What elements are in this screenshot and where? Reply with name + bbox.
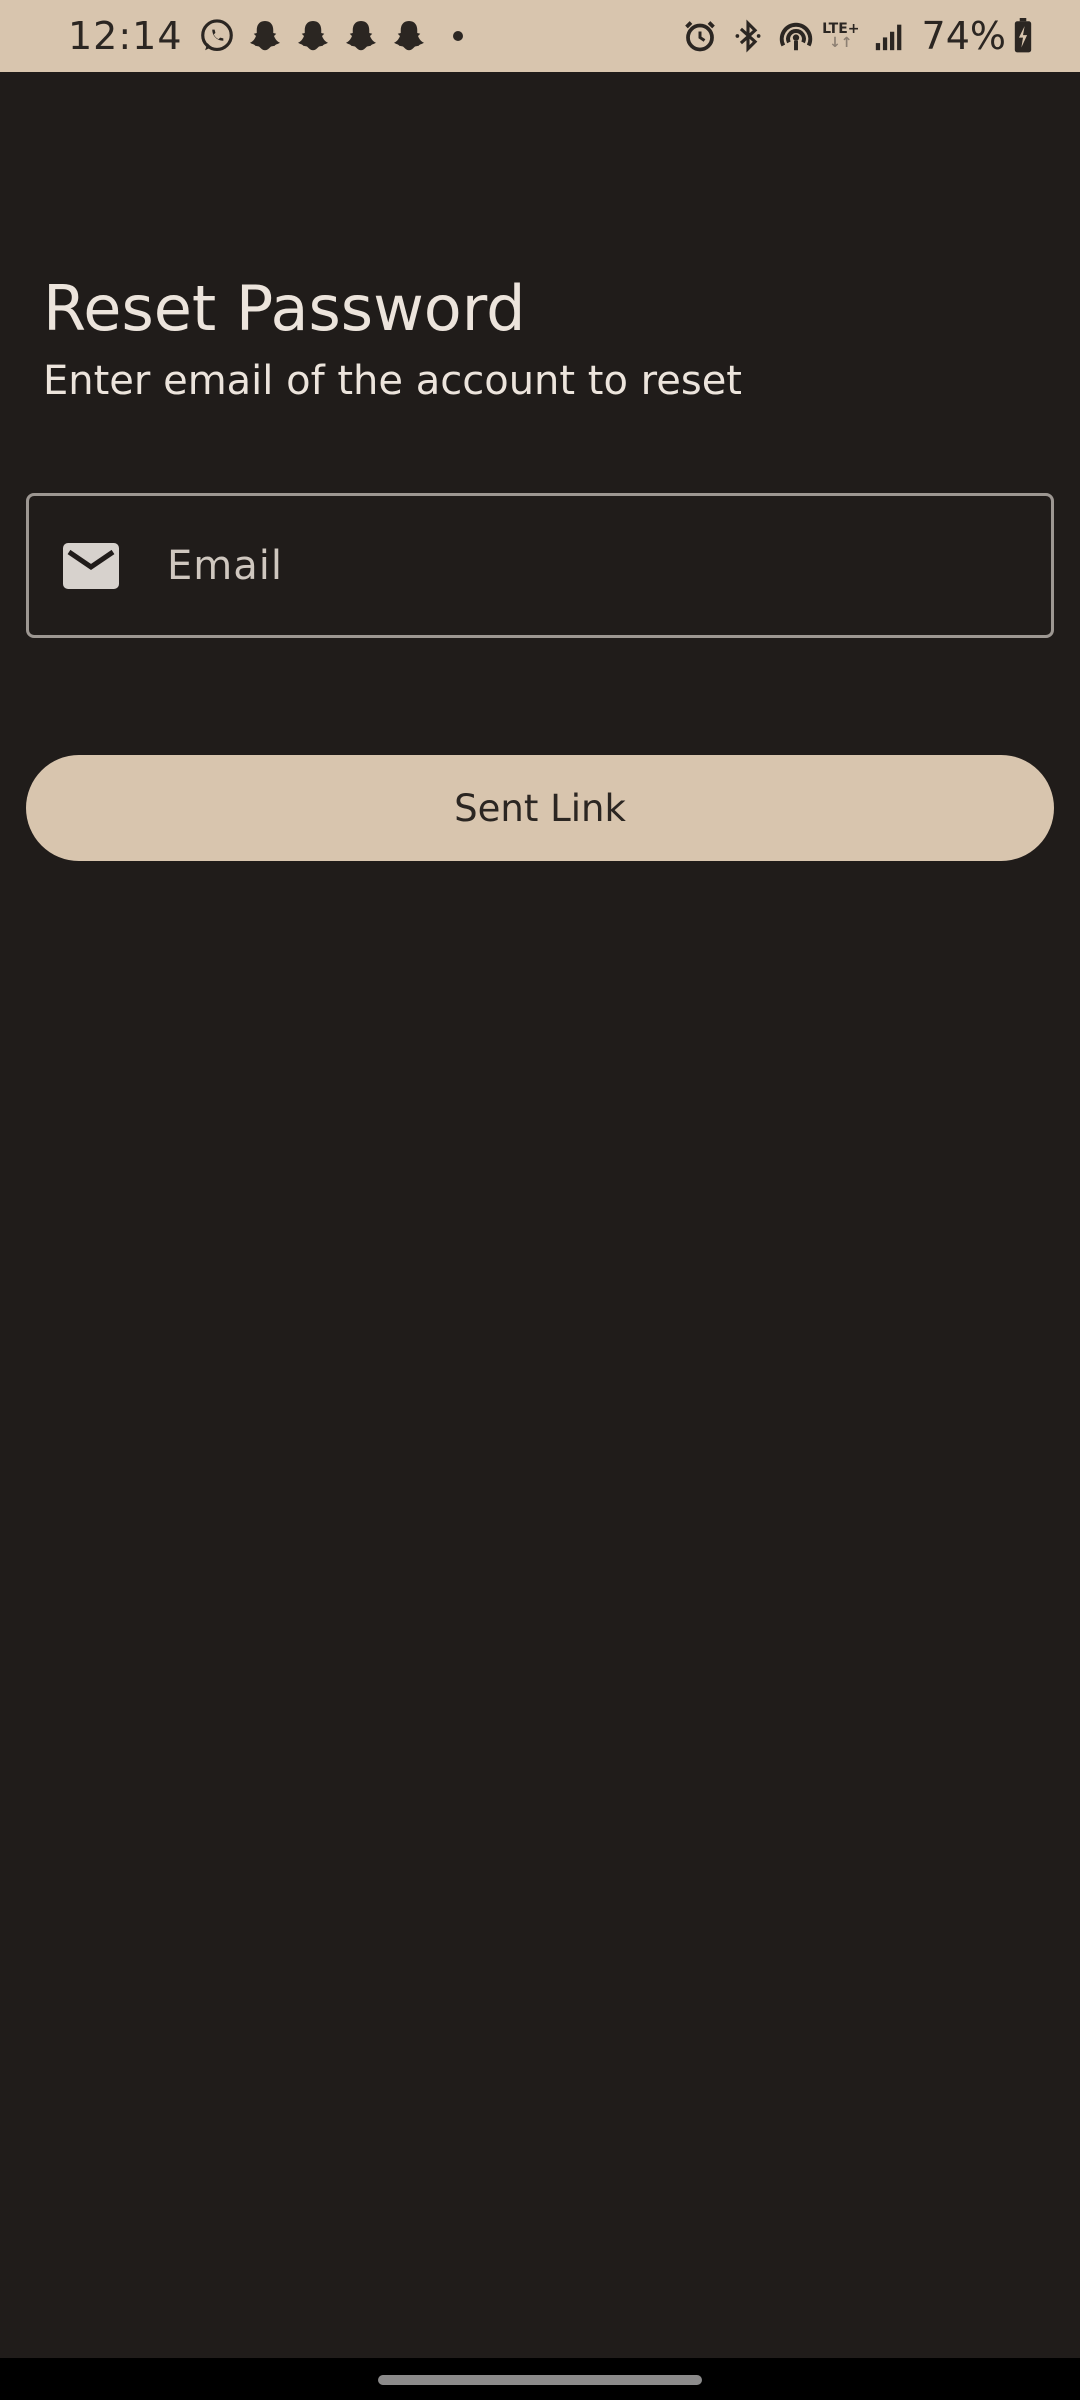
page-subtitle: Enter email of the account to reset [43, 358, 742, 404]
more-dot-icon [452, 31, 463, 41]
battery-percent: 74% [921, 14, 1006, 58]
page-title: Reset Password [43, 272, 526, 345]
status-bar: 12:14 LTE+ ↓↑ 74% [0, 0, 1080, 72]
navigation-bar [0, 2358, 1080, 2400]
home-gesture-handle[interactable] [378, 2375, 702, 2385]
status-time: 12:14 [68, 14, 183, 58]
mail-icon [63, 542, 119, 589]
data-arrows-icon: ↓↑ [829, 35, 853, 51]
snapchat-icon [243, 14, 287, 58]
whatsapp-icon [195, 14, 239, 58]
email-field[interactable] [26, 493, 1054, 638]
lte-label: LTE+ [822, 21, 860, 37]
bluetooth-icon [726, 14, 770, 58]
status-right: LTE+ ↓↑ 74% [678, 14, 1040, 58]
battery-charging-icon [1010, 14, 1036, 58]
email-input[interactable] [165, 541, 1029, 590]
signal-icon [868, 14, 912, 58]
lte-icon: LTE+ ↓↑ [822, 22, 859, 50]
hotspot-icon [774, 14, 818, 58]
snapchat-icon [339, 14, 383, 58]
sent-link-button[interactable]: Sent Link [26, 755, 1054, 861]
status-left: 12:14 [68, 14, 463, 58]
alarm-icon [678, 14, 722, 58]
snapchat-icon [291, 14, 335, 58]
snapchat-icon [387, 14, 431, 58]
